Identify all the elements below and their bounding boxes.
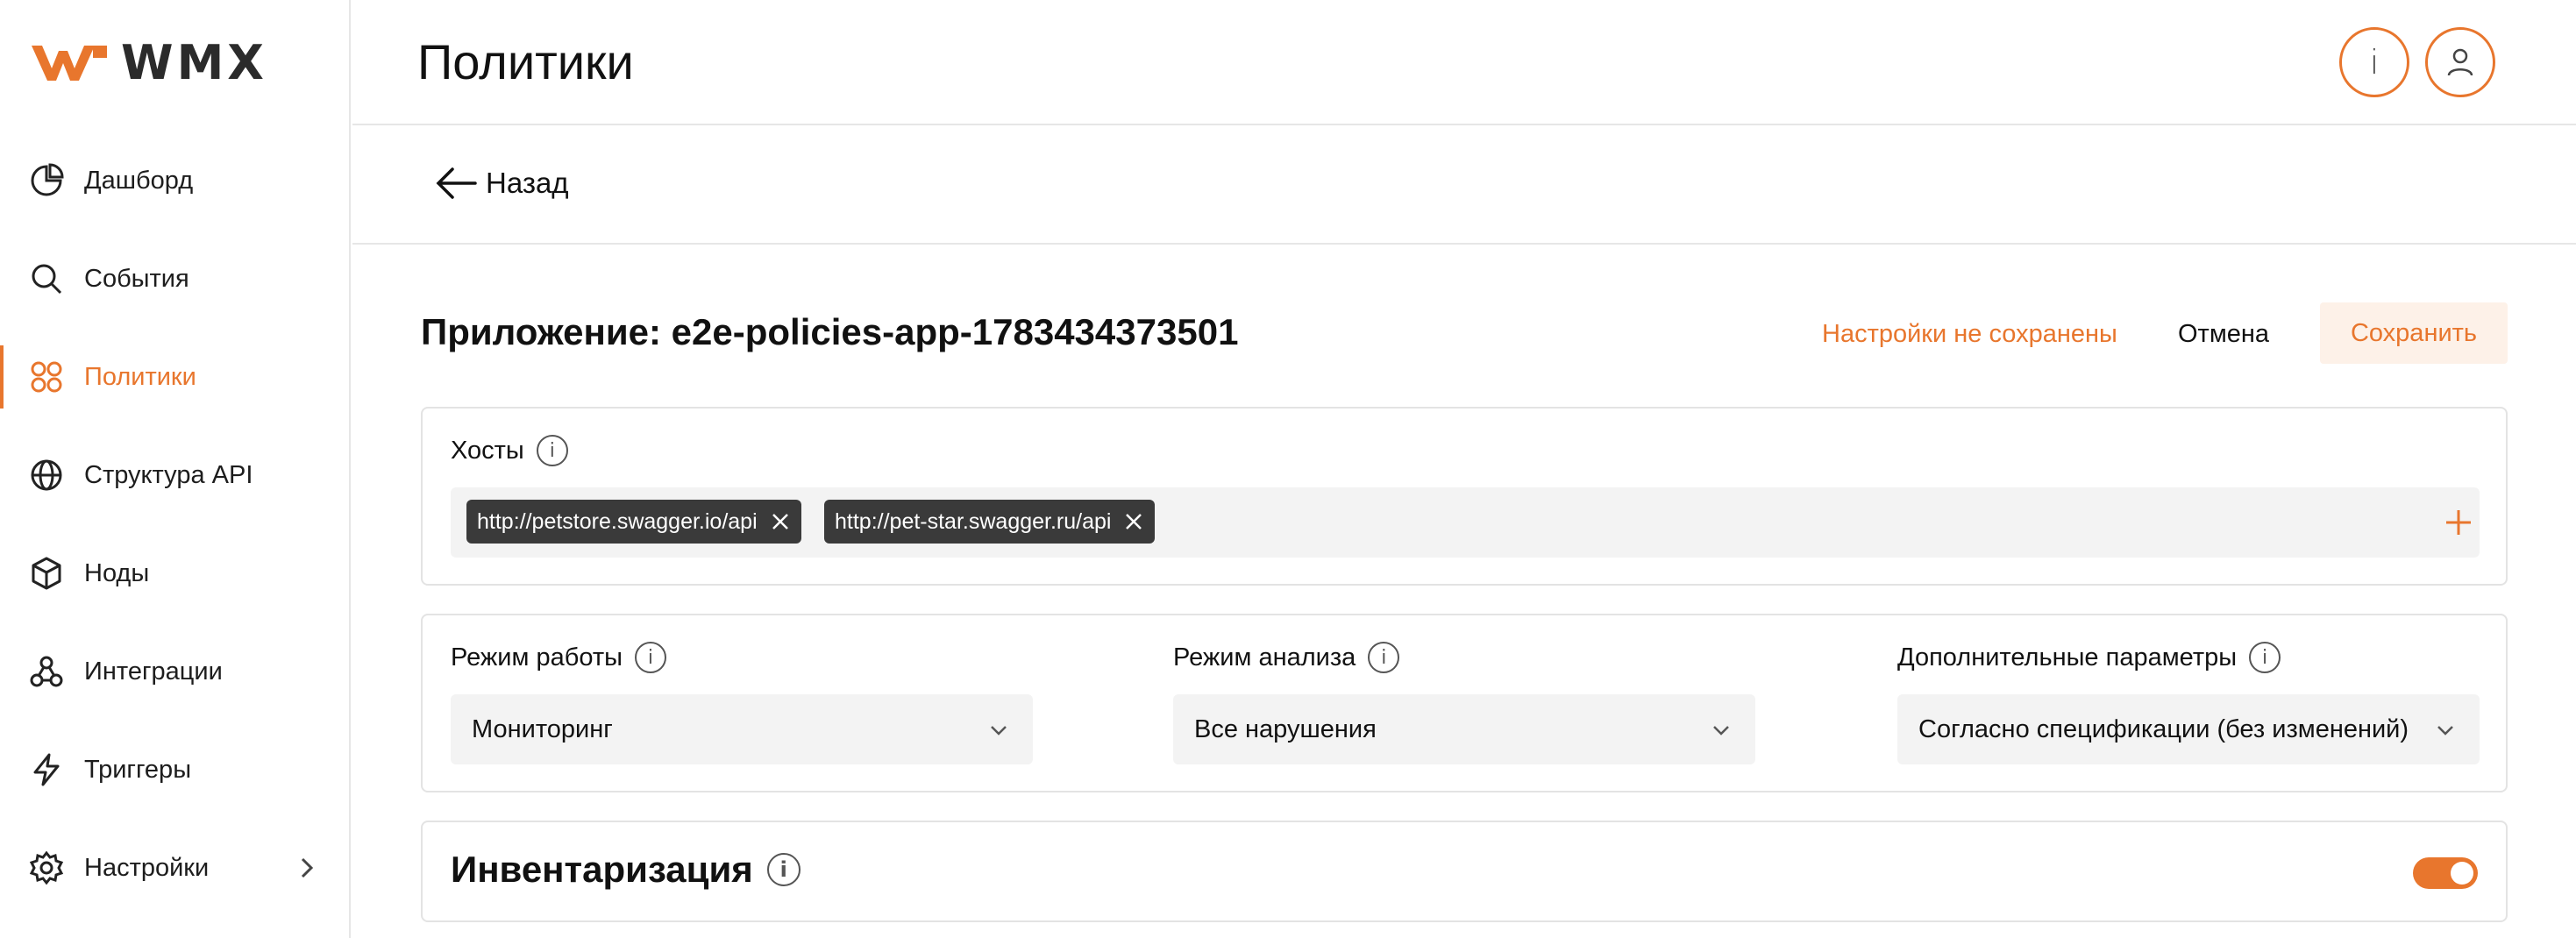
work-mode-select[interactable]: Мониторинг [451,694,1033,764]
host-chip-label: http://petstore.swagger.io/api [477,508,758,534]
host-chip: http://pet-star.swagger.ru/api [824,500,1156,544]
analysis-mode-label: Режим анализа [1173,643,1356,672]
back-label: Назад [486,167,569,199]
close-icon[interactable] [1123,511,1144,532]
extra-params-select[interactable]: Согласно спецификации (без изменений) [1897,694,2480,764]
arrow-left-icon [436,167,477,199]
sidebar-item-label: Политики [84,362,196,391]
chevron-down-icon [2437,726,2453,735]
sidebar-item-label: Дашборд [84,166,194,195]
sidebar-item-label: Ноды [84,558,150,587]
modes-card: Режим работы i Мониторинг Режим анализа … [421,614,2508,792]
sidebar-item-label: Структура API [84,460,253,489]
user-profile-button[interactable] [2425,27,2495,97]
sidebar-item-api-structure[interactable]: Структура API [0,426,349,524]
info-icon[interactable]: i [634,642,666,673]
cube-icon [28,555,65,592]
host-chip: http://petstore.swagger.io/api [466,500,801,544]
unsaved-status: Настройки не сохранены [1822,320,2117,348]
info-icon[interactable]: i [766,853,801,886]
extra-params-label: Дополнительные параметры [1897,643,2238,672]
info-icon[interactable]: i [536,435,568,466]
analysis-mode-label-row: Режим анализа i [1173,642,1400,673]
inventory-title: Инвентаризация [451,849,753,890]
sidebar: WMX Дашборд События Политики Структура A… [0,0,351,938]
save-button[interactable]: Сохранить [2320,302,2508,364]
extra-params-label-row: Дополнительные параметры i [1897,642,2281,673]
hosts-input[interactable]: http://petstore.swagger.io/api http://pe… [451,487,2480,558]
sidebar-item-label: Интеграции [84,657,223,686]
inventory-toggle[interactable] [2413,857,2478,889]
info-button[interactable]: i [2339,27,2409,97]
gear-icon [28,849,65,886]
close-icon[interactable] [770,511,791,532]
pie-chart-icon [28,162,65,199]
host-chip-label: http://pet-star.swagger.ru/api [835,508,1112,534]
page-header: Политики i [352,0,2576,125]
info-icon: i [2369,43,2380,82]
webhook-icon [28,653,65,690]
chevron-down-icon [991,726,1007,735]
page-title: Политики [417,34,634,89]
analysis-mode-select[interactable]: Все нарушения [1173,694,1755,764]
chevron-down-icon [1713,726,1729,735]
back-bar: Назад [352,127,2576,245]
globe-icon [28,457,65,494]
analysis-mode-value: Все нарушения [1194,714,1377,743]
lightning-icon [28,751,65,788]
back-link[interactable]: Назад [433,164,569,203]
info-icon[interactable]: i [1368,642,1400,673]
cancel-button[interactable]: Отмена [2178,320,2269,349]
sidebar-item-policies[interactable]: Политики [0,328,349,426]
user-icon [2447,48,2473,76]
brand-logo[interactable]: WMX [28,35,267,90]
sidebar-item-nodes[interactable]: Ноды [0,524,349,622]
sidebar-item-events[interactable]: События [0,230,349,328]
application-title: Приложение: e2e-policies-app-17834343735… [421,311,1239,352]
toggle-knob [2451,862,2473,885]
sidebar-nav: Дашборд События Политики Структура API Н… [0,131,349,917]
search-icon [28,260,65,297]
inventory-title-row: Инвентаризация i [451,849,801,891]
hosts-card: Хосты i http://petstore.swagger.io/api h… [421,407,2508,586]
add-host-icon[interactable] [2441,505,2476,540]
chevron-right-icon [301,857,314,878]
sidebar-item-label: Триггеры [84,755,192,784]
extra-params-value: Согласно спецификации (без изменений) [1918,714,2409,743]
wmx-logo-icon [32,45,107,81]
sidebar-item-integrations[interactable]: Интеграции [0,622,349,721]
sidebar-item-settings[interactable]: Настройки [0,819,349,917]
inventory-card: Инвентаризация i [421,821,2508,922]
sidebar-item-label: Настройки [84,853,210,882]
brand-name: WMX [121,35,267,90]
sidebar-item-label: События [84,264,189,293]
work-mode-label-row: Режим работы i [451,642,666,673]
hosts-label-row: Хосты i [451,435,568,466]
hosts-label: Хосты [451,436,524,465]
sidebar-item-dashboard[interactable]: Дашборд [0,131,349,230]
info-icon[interactable]: i [2249,642,2281,673]
grid-circles-icon [28,359,65,395]
work-mode-label: Режим работы [451,643,623,672]
sidebar-item-triggers[interactable]: Триггеры [0,721,349,819]
work-mode-value: Мониторинг [472,714,613,743]
